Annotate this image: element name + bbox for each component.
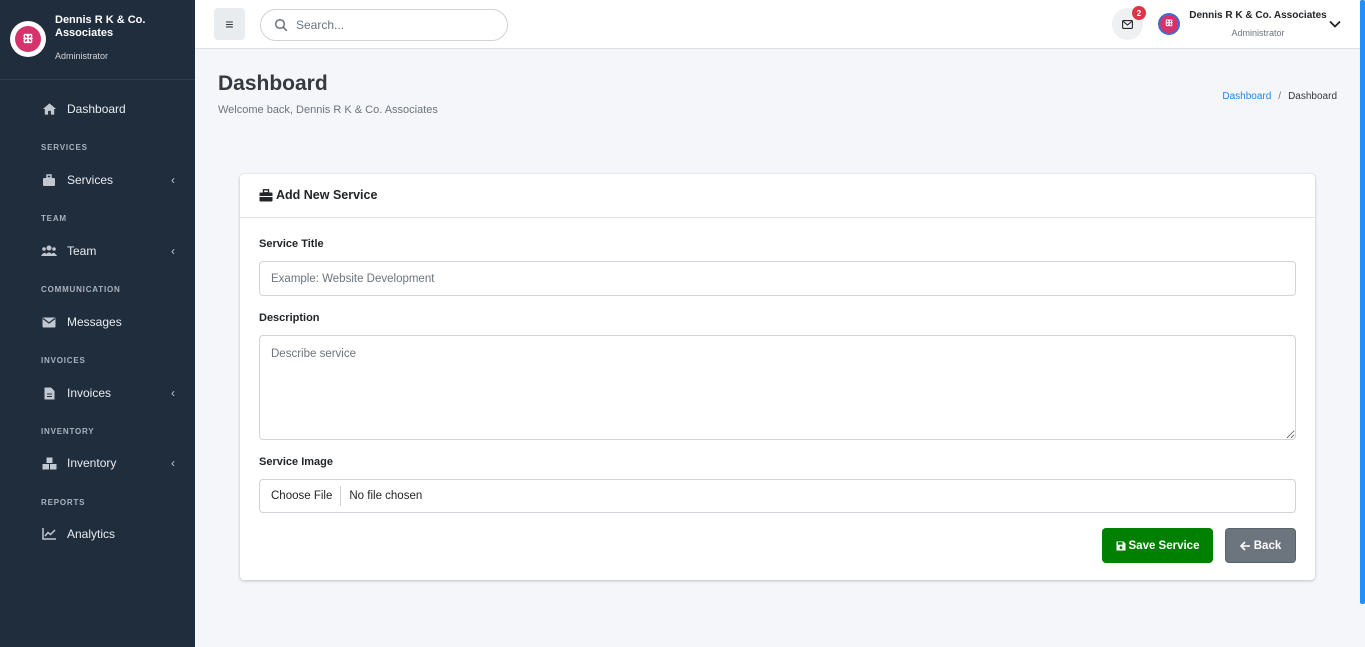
service-image-label: Service Image: [259, 456, 333, 468]
users-icon: [41, 243, 57, 259]
topbar: ≡ 2 ꕥ Dennis R K & Co. Associates Admini…: [195, 0, 1360, 49]
sidebar-item-invoices[interactable]: Invoices ‹: [0, 375, 195, 411]
chevron-left-icon: ‹: [171, 456, 175, 470]
brand-name: Dennis R K & Co. Associates: [55, 14, 146, 39]
breadcrumb-separator: /: [1278, 91, 1282, 102]
boxes-icon: [41, 455, 57, 471]
sidebar-item-messages[interactable]: Messages: [0, 304, 195, 340]
brand-role: Administrator: [55, 51, 109, 61]
search-input[interactable]: [296, 18, 496, 32]
back-button[interactable]: Back: [1225, 528, 1296, 563]
section-header-inventory: INVENTORY: [41, 427, 95, 436]
floppy-disk-icon: [1116, 541, 1125, 550]
choose-file-button[interactable]: Choose File: [260, 486, 342, 506]
user-role: Administrator: [1231, 28, 1285, 38]
section-header-invoices: INVOICES: [41, 356, 86, 365]
page-title: Dashboard: [218, 72, 328, 95]
sidebar-item-label: Analytics: [67, 527, 116, 541]
sidebar: ꕥ Dennis R K & Co. Associates Administra…: [0, 0, 195, 647]
envelope-icon: [1122, 19, 1133, 29]
section-header-reports: REPORTS: [41, 498, 86, 507]
search-box[interactable]: [260, 9, 508, 41]
search-icon: [274, 18, 288, 32]
file-icon: [41, 385, 57, 401]
sidebar-item-label: Inventory: [67, 456, 117, 470]
description-label: Description: [259, 312, 320, 324]
briefcase-icon: [259, 188, 273, 201]
section-header-services: SERVICES: [41, 143, 88, 152]
brand-logo-glyph: ꕥ: [15, 26, 41, 52]
save-service-label: Save Service: [1128, 539, 1200, 552]
breadcrumb: Dashboard / Dashboard: [1222, 91, 1337, 102]
sidebar-item-label: Messages: [67, 315, 122, 329]
page-subtitle: Welcome back, Dennis R K & Co. Associate…: [218, 104, 438, 116]
section-header-communication: COMMUNICATION: [41, 285, 121, 294]
back-label: Back: [1253, 539, 1282, 552]
hamburger-menu-button[interactable]: ≡: [214, 8, 245, 40]
chart-line-icon: [41, 526, 57, 542]
chevron-down-icon[interactable]: [1328, 17, 1342, 31]
briefcase-icon: [41, 172, 57, 188]
sidebar-item-dashboard[interactable]: Dashboard: [0, 91, 195, 127]
chevron-left-icon: ‹: [171, 244, 175, 258]
chevron-left-icon: ‹: [171, 173, 175, 187]
scrollbar[interactable]: [1360, 0, 1365, 604]
card-header: Add New Service: [240, 174, 1315, 218]
avatar-glyph: ꕥ: [1160, 15, 1178, 33]
sidebar-item-label: Dashboard: [67, 102, 126, 116]
sidebar-item-inventory[interactable]: Inventory ‹: [0, 445, 195, 481]
brand-logo: ꕥ: [10, 21, 46, 57]
service-title-label: Service Title: [259, 238, 324, 250]
save-service-button[interactable]: Save Service: [1102, 528, 1213, 563]
user-name: Dennis R K & Co. Associates: [1189, 10, 1327, 21]
notification-badge: 2: [1132, 6, 1146, 20]
avatar[interactable]: ꕥ: [1158, 13, 1180, 35]
sidebar-item-analytics[interactable]: Analytics: [0, 516, 195, 552]
chevron-left-icon: ‹: [171, 386, 175, 400]
file-status-text: No file chosen: [349, 490, 423, 502]
hamburger-icon: ≡: [225, 16, 234, 32]
sidebar-item-label: Services: [67, 173, 114, 187]
breadcrumb-link-dashboard[interactable]: Dashboard: [1222, 91, 1271, 102]
card-title: Add New Service: [259, 188, 377, 202]
sidebar-item-team[interactable]: Team ‹: [0, 233, 195, 269]
service-title-input[interactable]: [259, 261, 1296, 296]
arrow-left-icon: [1239, 540, 1250, 551]
sidebar-item-services[interactable]: Services ‹: [0, 162, 195, 198]
sidebar-item-label: Team: [67, 244, 97, 258]
section-header-team: TEAM: [41, 214, 67, 223]
envelope-icon: [41, 314, 57, 330]
home-icon: [41, 101, 57, 117]
sidebar-item-label: Invoices: [67, 386, 112, 400]
breadcrumb-current: Dashboard: [1288, 91, 1337, 102]
description-textarea[interactable]: [259, 335, 1296, 440]
brand: ꕥ Dennis R K & Co. Associates Administra…: [0, 0, 195, 80]
card-title-text: Add New Service: [276, 188, 378, 202]
add-service-card: Add New Service Service Title Descriptio…: [240, 174, 1315, 580]
service-image-file-input[interactable]: Choose File No file chosen: [259, 479, 1296, 513]
